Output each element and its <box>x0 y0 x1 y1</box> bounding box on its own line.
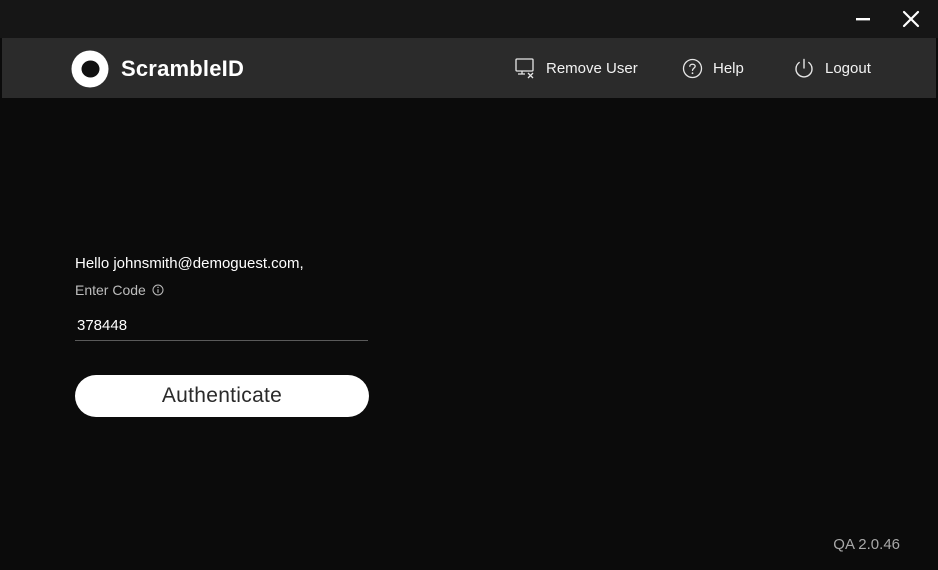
code-label: Enter Code <box>75 282 146 298</box>
greeting-text: Hello johnsmith@demoguest.com, <box>75 255 304 272</box>
logout-label: Logout <box>825 59 871 77</box>
help-label: Help <box>713 59 744 77</box>
title-bar <box>0 0 938 38</box>
power-icon <box>795 58 813 78</box>
close-icon <box>902 10 920 28</box>
minimize-button[interactable] <box>846 4 880 34</box>
remove-user-icon <box>515 58 534 79</box>
authenticate-button[interactable]: Authenticate <box>75 375 369 417</box>
close-button[interactable] <box>894 4 928 34</box>
version-label: QA 2.0.46 <box>833 536 900 553</box>
app-header: ScrambleID Remove User Help Logout <box>2 38 936 98</box>
auth-form: Hello johnsmith@demoguest.com, Enter Cod… <box>75 255 375 417</box>
help-icon <box>682 58 703 78</box>
scrambleid-logo-icon <box>71 50 109 88</box>
logout-button[interactable]: Logout <box>793 38 871 98</box>
info-icon[interactable] <box>152 284 164 296</box>
remove-user-label: Remove User <box>546 59 638 77</box>
minimize-icon <box>856 18 870 21</box>
brand-name: ScrambleID <box>121 56 245 81</box>
brand-logo: ScrambleID <box>71 50 244 88</box>
code-input[interactable] <box>75 311 368 341</box>
code-label-row: Enter Code <box>75 281 375 299</box>
remove-user-button[interactable]: Remove User <box>514 38 638 98</box>
help-button[interactable]: Help <box>682 38 744 98</box>
